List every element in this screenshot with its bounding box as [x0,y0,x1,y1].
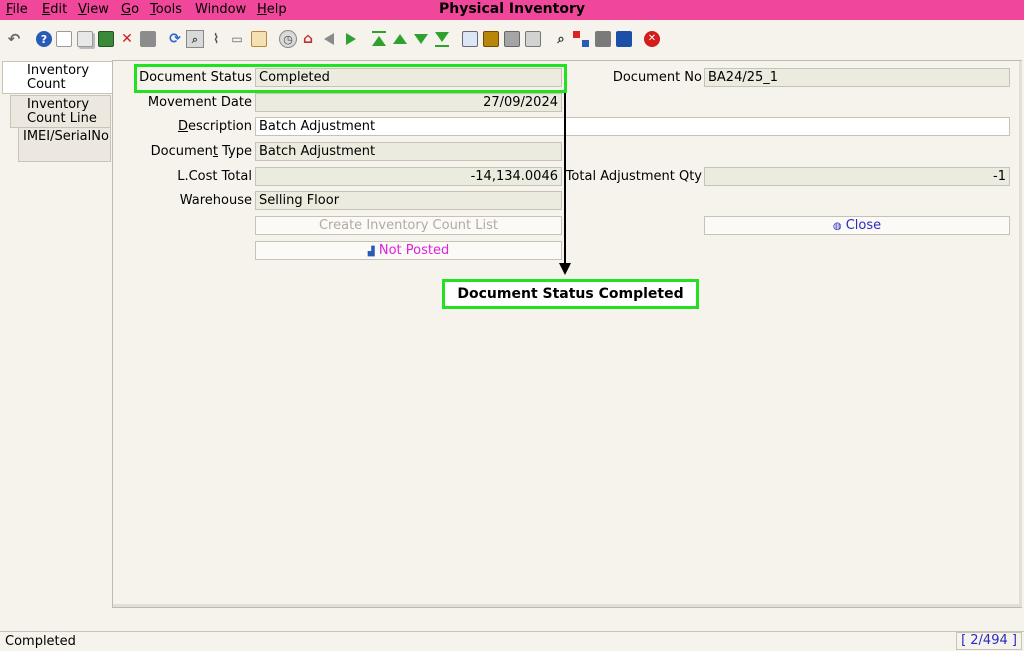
print-icon[interactable] [504,31,520,47]
next-record-icon[interactable] [343,31,359,47]
exit-icon[interactable]: ✕ [644,31,660,47]
movement-date-label: Movement Date [147,95,252,110]
tab-inventory-count-line-line1: Inventory [27,97,90,112]
menu-file[interactable]: File [6,2,28,17]
print-setup-icon[interactable] [525,31,541,47]
description-label: Description [120,118,252,136]
tab-inventory-count-line1: Inventory [27,63,90,78]
copy-record-icon[interactable] [77,31,93,47]
tab-inventory-count-line2: Count [27,77,66,92]
status-bar: Completed [ 2/494 ] [0,631,1024,651]
document-type-label: Document Type [120,143,252,161]
new-record-icon[interactable] [56,31,72,47]
document-type-label-post: Type [218,144,252,159]
chat-icon[interactable]: ▭ [229,31,245,47]
close-button[interactable]: ◍ Close [704,216,1010,235]
delete-icon[interactable]: ✕ [119,31,135,47]
menu-edit[interactable]: Edit [42,2,67,17]
find-icon[interactable]: ⌕ [186,30,204,48]
refresh-icon[interactable]: ⟳ [167,31,183,47]
document-status-callout: Document Status Completed [442,279,699,309]
print-preview-icon[interactable] [140,31,156,47]
callout-arrow-head-icon [559,263,571,275]
menu-help[interactable]: Help [257,2,287,17]
menu-go[interactable]: Go [121,2,139,17]
document-type-field[interactable]: Batch Adjustment [255,142,562,161]
tab-imei-serialno[interactable]: IMEI/SerialNo [18,128,111,162]
document-type-label-pre: Documen [150,144,213,159]
detail-record-icon[interactable] [413,31,429,47]
last-record-icon[interactable] [434,31,450,47]
close-button-label: Close [845,218,882,233]
report-icon[interactable] [462,31,478,47]
tab-imei-serialno-label: IMEI/SerialNo [23,129,109,144]
description-label-rest: escription [187,119,252,134]
total-adjustment-qty-label: Total Adjustment Qty [565,169,702,184]
zoom-across-icon[interactable]: ⌕ [553,31,569,47]
help-icon[interactable]: ? [36,31,52,47]
product-info-icon[interactable] [595,31,611,47]
attachment-icon[interactable]: ⌇ [208,31,224,47]
lookup-icon[interactable]: ◷ [279,30,297,48]
record-count-indicator[interactable]: [ 2/494 ] [956,632,1022,650]
document-no-field[interactable]: BA24/25_1 [704,68,1010,87]
document-no-label: Document No [612,70,702,85]
first-record-icon[interactable] [371,31,387,47]
menu-view[interactable]: View [78,2,109,17]
posting-chart-icon: ▟ [367,247,375,257]
save-icon[interactable] [98,31,114,47]
menu-bar: File Edit View Go Tools Window Help Phys… [0,0,1024,20]
history-icon[interactable] [251,31,267,47]
toolbar: ↶ ? ✕ ⟳ ⌕ ⌇ ▭ ◷ ⌂ ⌕ ✕ [0,20,1024,58]
not-posted-button[interactable]: ▟ Not Posted [255,241,562,260]
warehouse-field[interactable]: Selling Floor [255,191,562,210]
close-icon: ◍ [832,221,842,232]
document-status-highlight [134,64,567,93]
home-icon[interactable]: ⌂ [300,31,316,47]
movement-date-field[interactable]: 27/09/2024 [255,93,562,112]
callout-arrow-line [564,93,566,263]
end-icon[interactable] [616,31,632,47]
undo-icon[interactable]: ↶ [6,31,22,47]
status-text: Completed [5,634,76,649]
menu-tools[interactable]: Tools [150,2,182,17]
workflow-icon[interactable] [573,31,589,47]
parent-record-icon[interactable] [392,31,408,47]
tab-inventory-count-line-line2: Count Line [27,111,97,126]
lcost-total-field[interactable]: -14,134.0046 [255,167,562,186]
archive-icon[interactable] [483,31,499,47]
total-adjustment-qty-field[interactable]: -1 [704,167,1010,186]
previous-record-icon[interactable] [321,31,337,47]
create-inventory-count-list-button[interactable]: Create Inventory Count List [255,216,562,235]
tab-inventory-count-line[interactable]: Inventory Count Line [10,95,111,128]
tab-inventory-count[interactable]: Inventory Count [2,61,113,94]
description-label-accel: D [177,119,188,134]
menu-window[interactable]: Window [195,2,246,17]
warehouse-label: Warehouse [179,193,252,208]
lcost-total-label: L.Cost Total [177,169,252,184]
description-input[interactable]: Batch Adjustment [255,117,1010,136]
not-posted-label: Not Posted [378,243,450,258]
